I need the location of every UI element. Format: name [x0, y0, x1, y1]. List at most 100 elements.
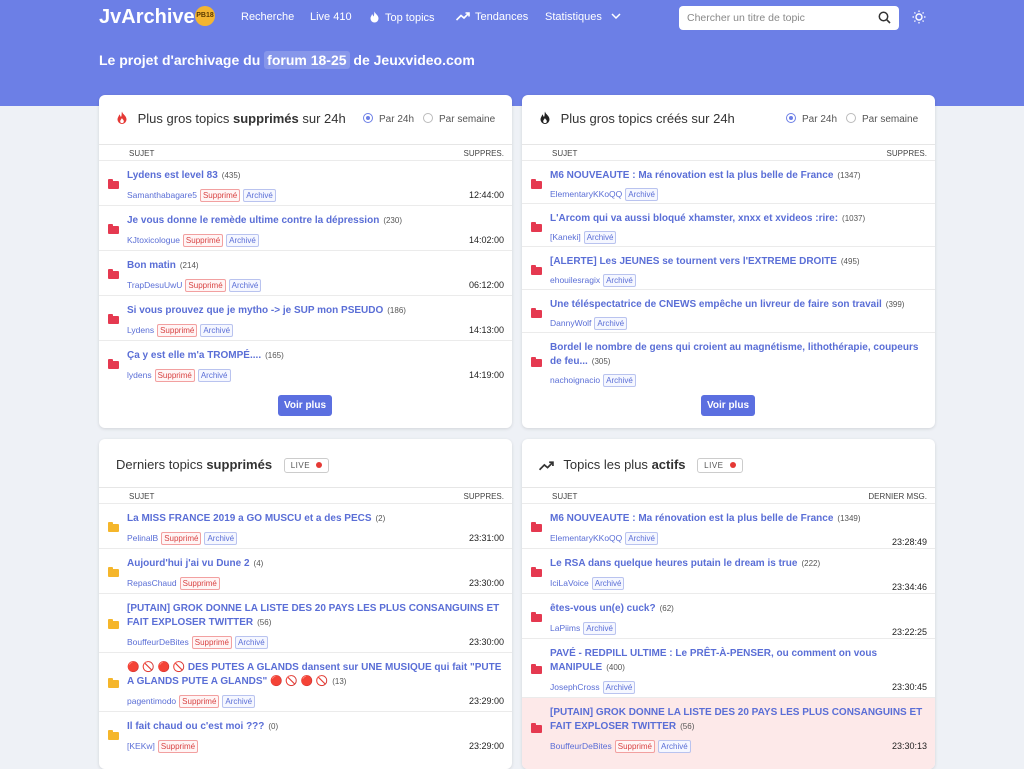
theme-toggle-icon[interactable] [912, 10, 926, 24]
topic-row[interactable]: Une téléspectatrice de CNEWS empêche un … [522, 289, 935, 332]
topic-title-link[interactable]: êtes-vous un(e) cuck? (62) [550, 602, 925, 616]
topic-title-link[interactable]: M6 NOUVEAUTE : Ma rénovation est la plus… [550, 512, 925, 526]
archive-badge[interactable]: Archivé [603, 374, 636, 387]
topic-author-link[interactable]: ElementaryKKoQQ [550, 189, 622, 199]
nav-recherche[interactable]: Recherche [241, 11, 294, 23]
topic-title-link[interactable]: L'Arcom qui va aussi bloqué xhamster, xn… [550, 212, 925, 226]
topic-title-link[interactable]: [ALERTE] Les JEUNES se tournent vers l'E… [550, 255, 925, 269]
topic-row[interactable]: PAVÉ - REDPILL ULTIME : Le PRÊT-À-PENSER… [522, 638, 935, 697]
topic-row[interactable]: M6 NOUVEAUTE : Ma rénovation est la plus… [522, 160, 935, 203]
topic-author-link[interactable]: PelinalB [127, 533, 158, 543]
radio-par-24h[interactable]: Par 24h [363, 113, 414, 125]
nav-tendances[interactable]: Tendances [456, 11, 528, 23]
topic-author-link[interactable]: BouffeurDeBites [550, 741, 612, 751]
nav-live-410[interactable]: Live 410 [310, 11, 352, 23]
topic-author-link[interactable]: [Kaneki] [550, 232, 581, 242]
search-input[interactable] [687, 10, 867, 26]
voir-plus-button[interactable]: Voir plus [701, 395, 755, 416]
topic-row[interactable]: 🔴 🚫 🔴 🚫 DES PUTES A GLANDS dansent sur U… [99, 652, 512, 711]
archive-badge[interactable]: Archivé [204, 532, 238, 545]
topic-author-link[interactable]: KJtoxicologue [127, 235, 180, 245]
topic-author-link[interactable]: BouffeurDeBites [127, 637, 189, 647]
topic-row[interactable]: Je vous donne le remède ultime contre la… [99, 205, 512, 250]
archive-badge[interactable]: Archivé [658, 740, 691, 753]
archive-badge[interactable]: Archivé [243, 189, 276, 202]
topic-row[interactable]: Le RSA dans quelque heures putain le dre… [522, 548, 935, 593]
topic-title-link[interactable]: Bordel le nombre de gens qui croient au … [550, 341, 925, 369]
topic-author-link[interactable]: [KEKw] [127, 741, 155, 751]
topic-author-link[interactable]: pagentimodo [127, 696, 176, 706]
topic-author-link[interactable]: ElementaryKKoQQ [550, 533, 622, 543]
archive-badge[interactable]: Archivé [625, 532, 658, 545]
nav-statistiques[interactable]: Statistiques [545, 11, 621, 23]
topic-title-link[interactable]: Une téléspectatrice de CNEWS empêche un … [550, 298, 925, 312]
archive-badge[interactable]: Archivé [197, 369, 231, 382]
topic-row[interactable]: êtes-vous un(e) cuck? (62) LaPiims Archivé 2… [522, 593, 935, 638]
topic-row[interactable]: Ça y est elle m'a TROMPÉ.... (165) lydens S… [99, 340, 512, 385]
archive-badge[interactable]: Archivé [602, 681, 636, 694]
voir-plus-button[interactable]: Voir plus [278, 395, 332, 416]
topic-row[interactable]: Bordel le nombre de gens qui croient au … [522, 332, 935, 388]
topic-title-link[interactable]: Aujourd'hui j'ai vu Dune 2 (4) [127, 557, 502, 571]
radio-par-semaine[interactable]: Par semaine [423, 113, 495, 125]
topic-title-link[interactable]: La MISS FRANCE 2019 a GO MUSCU et a des … [127, 512, 502, 526]
archive-badge[interactable]: Archivé [222, 695, 256, 708]
archive-badge[interactable]: Archivé [200, 324, 234, 337]
topic-row[interactable]: Lydens est level 83 (435) Samanthabagare5 S… [99, 160, 512, 205]
topic-row[interactable]: Bon matin (214) TrapDesuUwU Supprimé Archivé… [99, 250, 512, 295]
archive-badge[interactable]: Archivé [591, 577, 625, 590]
radio-par-24h[interactable]: Par 24h [786, 113, 837, 125]
topic-author-link[interactable]: lydens [127, 370, 152, 380]
topic-title-link[interactable]: Il fait chaud ou c'est moi ??? (0) [127, 720, 502, 734]
archive-badge[interactable]: Archivé [583, 231, 617, 244]
topic-author-link[interactable]: JosephCross [550, 682, 600, 692]
topic-time: 23:28:49 [891, 537, 927, 547]
topic-title-link[interactable]: 🔴 🚫 🔴 🚫 DES PUTES A GLANDS dansent sur U… [127, 661, 502, 689]
archive-badge[interactable]: Archivé [625, 188, 658, 201]
topic-meta: ehouilesragix Archivé [550, 274, 636, 287]
topic-title-link[interactable]: [PUTAIN] GROK DONNE LA LISTE DES 20 PAYS… [127, 602, 502, 630]
archive-badge[interactable]: Archivé [226, 234, 259, 247]
topic-author-link[interactable]: DannyWolf [550, 318, 591, 328]
tagline-prefix: Le projet d'archivage du [99, 52, 261, 68]
topic-author-link[interactable]: Lydens [127, 325, 154, 335]
topic-author-link[interactable]: ehouilesragix [550, 275, 600, 285]
topic-row[interactable]: La MISS FRANCE 2019 a GO MUSCU et a des … [99, 503, 512, 548]
topic-row[interactable]: Aujourd'hui j'ai vu Dune 2 (4) RepasChaud S… [99, 548, 512, 593]
topic-title-link[interactable]: Si vous prouvez que je mytho -> je SUP m… [127, 304, 502, 318]
topic-row[interactable]: [PUTAIN] GROK DONNE LA LISTE DES 20 PAYS… [522, 697, 935, 769]
topic-time: 14:13:00 [468, 325, 504, 335]
archive-badge[interactable]: Archivé [583, 622, 616, 635]
topic-title-link[interactable]: Bon matin (214) [127, 259, 502, 273]
archive-badge[interactable]: Archivé [228, 279, 262, 292]
topic-row[interactable]: L'Arcom qui va aussi bloqué xhamster, xn… [522, 203, 935, 246]
topic-title-link[interactable]: PAVÉ - REDPILL ULTIME : Le PRÊT-À-PENSER… [550, 647, 925, 675]
nav-top-topics[interactable]: Top topics [369, 11, 435, 24]
topic-row[interactable]: Il fait chaud ou c'est moi ??? (0) [KEKw] S… [99, 711, 512, 769]
topic-row[interactable]: [ALERTE] Les JEUNES se tournent vers l'E… [522, 246, 935, 289]
topic-author-link[interactable]: IciLaVoice [550, 578, 589, 588]
topic-title-link[interactable]: Lydens est level 83 (435) [127, 169, 502, 183]
search-icon[interactable] [878, 11, 891, 24]
archive-badge[interactable]: Archivé [594, 317, 628, 330]
topic-row[interactable]: [PUTAIN] GROK DONNE LA LISTE DES 20 PAYS… [99, 593, 512, 652]
folder-icon [531, 265, 542, 275]
topic-author-link[interactable]: LaPiims [550, 623, 580, 633]
site-logo[interactable]: JvArchive [99, 6, 195, 29]
tagline-forum-link[interactable]: forum 18-25 [264, 51, 350, 69]
topic-author-link[interactable]: Samanthabagare5 [127, 190, 197, 200]
topic-title-link[interactable]: Ça y est elle m'a TROMPÉ.... (165) [127, 349, 502, 363]
topic-title-link[interactable]: Le RSA dans quelque heures putain le dre… [550, 557, 925, 571]
archive-badge[interactable]: Archivé [235, 636, 268, 649]
topic-row[interactable]: Si vous prouvez que je mytho -> je SUP m… [99, 295, 512, 340]
topic-title-link[interactable]: M6 NOUVEAUTE : Ma rénovation est la plus… [550, 169, 925, 183]
topic-author-link[interactable]: RepasChaud [127, 578, 177, 588]
archive-badge[interactable]: Archivé [603, 274, 636, 287]
topic-title-link[interactable]: Je vous donne le remède ultime contre la… [127, 214, 502, 228]
topic-author-link[interactable]: nachoignacio [550, 375, 600, 385]
radio-par-semaine[interactable]: Par semaine [846, 113, 918, 125]
topic-author-link[interactable]: TrapDesuUwU [127, 280, 182, 290]
topic-row[interactable]: M6 NOUVEAUTE : Ma rénovation est la plus… [522, 503, 935, 548]
topic-title-link[interactable]: [PUTAIN] GROK DONNE LA LISTE DES 20 PAYS… [550, 706, 925, 734]
folder-icon [531, 179, 542, 189]
